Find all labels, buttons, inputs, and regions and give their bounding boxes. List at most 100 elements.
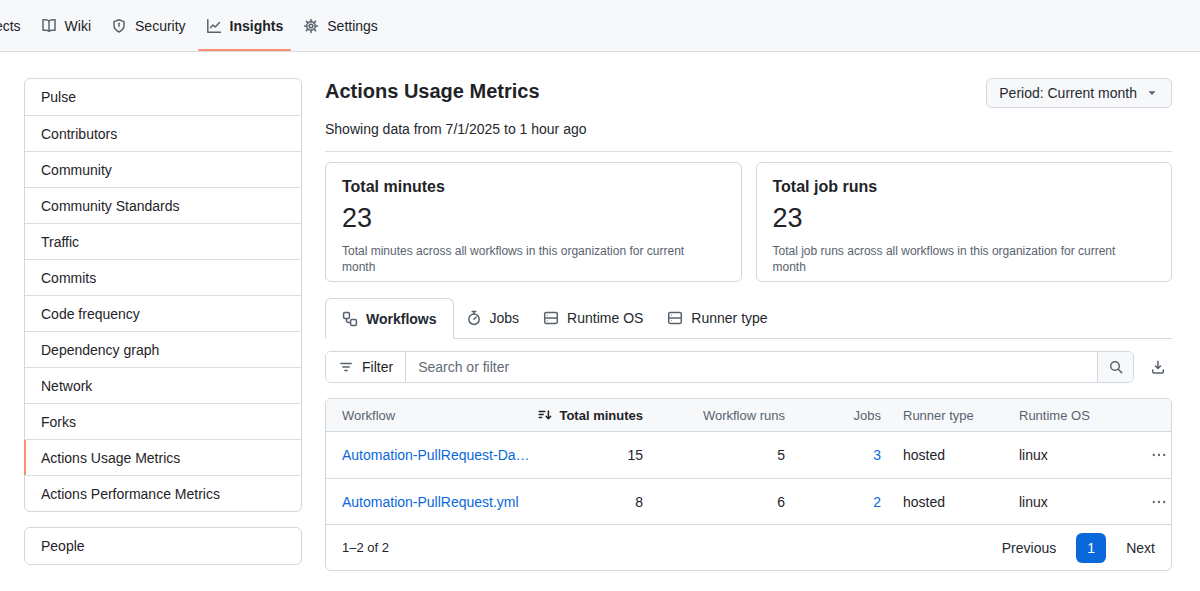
metrics-tabs: Workflows Jobs Runtime OS Runner type xyxy=(325,298,1172,339)
sidebar-item-people[interactable]: People xyxy=(25,528,301,564)
workflow-link[interactable]: Automation-PullRequest.yml xyxy=(326,494,533,510)
sort-desc-icon xyxy=(537,407,553,423)
search-button[interactable] xyxy=(1097,352,1133,382)
sidebar-item-network[interactable]: Network xyxy=(25,367,301,403)
sidebar-item-community-standards[interactable]: Community Standards xyxy=(25,187,301,223)
sidebar-item-label: Community xyxy=(41,162,112,178)
row-actions-button[interactable] xyxy=(1135,494,1172,510)
nav-tab-label: Settings xyxy=(327,18,378,34)
period-dropdown-button[interactable]: Period: Current month xyxy=(986,78,1172,108)
sidebar-item-label: Actions Usage Metrics xyxy=(41,450,180,466)
filter-bar: Filter xyxy=(325,351,1172,383)
search-input[interactable] xyxy=(406,352,1097,382)
sidebar-item-label: Contributors xyxy=(41,126,117,142)
pager-controls: Previous 1 Next xyxy=(1002,533,1155,563)
table-header-row: Workflow Total minutes Workflow runs Job… xyxy=(326,399,1171,432)
pagination-range: 1–2 of 2 xyxy=(342,540,389,555)
workflow-icon xyxy=(342,311,358,327)
runner-type-cell: hosted xyxy=(881,494,1003,510)
server-icon xyxy=(543,310,559,326)
sidebar-item-label: Pulse xyxy=(41,89,76,105)
repo-nav: Projects Wiki Security Insights Settings xyxy=(0,0,1200,52)
kebab-horizontal-icon xyxy=(1151,494,1167,510)
shield-icon xyxy=(111,18,127,34)
sidebar-item-label: Network xyxy=(41,378,92,394)
total-minutes-cell: 15 xyxy=(533,447,643,463)
column-header-runner-type[interactable]: Runner type xyxy=(881,408,1003,423)
sidebar-menu: Pulse Contributors Community Community S… xyxy=(24,78,302,512)
sidebar-item-label: People xyxy=(41,538,85,554)
previous-page-button[interactable]: Previous xyxy=(1002,540,1056,556)
column-header-total-minutes[interactable]: Total minutes xyxy=(533,407,643,423)
period-dropdown-label: Period: Current month xyxy=(999,85,1137,101)
sidebar-item-actions-performance-metrics[interactable]: Actions Performance Metrics xyxy=(25,475,301,511)
nav-tab-label: Insights xyxy=(230,18,284,34)
header-divider xyxy=(325,151,1172,152)
nav-tab-label: Projects xyxy=(0,18,21,34)
nav-tab-insights[interactable]: Insights xyxy=(196,0,294,51)
sidebar-item-contributors[interactable]: Contributors xyxy=(25,115,301,151)
card-title: Total job runs xyxy=(773,178,1156,196)
total-job-runs-card: Total job runs 23 Total job runs across … xyxy=(756,162,1173,282)
sidebar-item-commits[interactable]: Commits xyxy=(25,259,301,295)
summary-cards: Total minutes 23 Total minutes across al… xyxy=(325,162,1172,282)
runtime-os-cell: linux xyxy=(1003,494,1135,510)
tab-label: Runtime OS xyxy=(567,310,643,326)
row-actions-button[interactable] xyxy=(1135,447,1172,463)
column-header-workflow-runs[interactable]: Workflow runs xyxy=(643,408,785,423)
filter-button-label: Filter xyxy=(362,359,393,375)
server-icon xyxy=(667,310,683,326)
insights-sidebar: Pulse Contributors Community Community S… xyxy=(24,78,302,565)
gear-icon xyxy=(303,18,319,34)
tab-runner-type[interactable]: Runner type xyxy=(655,298,779,338)
runtime-os-cell: linux xyxy=(1003,447,1135,463)
sidebar-item-label: Community Standards xyxy=(41,198,180,214)
sidebar-item-actions-usage-metrics[interactable]: Actions Usage Metrics xyxy=(25,439,301,475)
runner-type-cell: hosted xyxy=(881,447,1003,463)
sidebar-item-dependency-graph[interactable]: Dependency graph xyxy=(25,331,301,367)
workflow-runs-cell: 5 xyxy=(643,447,785,463)
nav-tab-security[interactable]: Security xyxy=(101,0,196,51)
filter-button[interactable]: Filter xyxy=(326,352,406,382)
sidebar-item-label: Commits xyxy=(41,270,96,286)
sidebar-item-label: Dependency graph xyxy=(41,342,159,358)
card-description: Total job runs across all workflows in t… xyxy=(773,243,1131,275)
column-header-jobs[interactable]: Jobs xyxy=(785,408,881,423)
sidebar-item-traffic[interactable]: Traffic xyxy=(25,223,301,259)
search-icon xyxy=(1108,359,1124,375)
tab-runtime-os[interactable]: Runtime OS xyxy=(531,298,655,338)
book-icon xyxy=(41,18,57,34)
nav-tab-projects[interactable]: Projects xyxy=(0,0,31,51)
nav-tab-label: Security xyxy=(135,18,186,34)
sidebar-item-code-frequency[interactable]: Code frequency xyxy=(25,295,301,331)
card-description: Total minutes across all workflows in th… xyxy=(342,243,700,275)
tab-jobs[interactable]: Jobs xyxy=(454,298,532,338)
kebab-horizontal-icon xyxy=(1151,447,1167,463)
download-button[interactable] xyxy=(1144,353,1172,381)
column-header-workflow[interactable]: Workflow xyxy=(326,408,533,423)
table-row: Automation-PullRequest.yml 8 6 2 hosted … xyxy=(326,478,1171,524)
next-page-button[interactable]: Next xyxy=(1126,540,1155,556)
people-menu: People xyxy=(24,527,302,565)
jobs-link[interactable]: 3 xyxy=(785,447,881,463)
graph-icon xyxy=(206,18,222,34)
workflow-link[interactable]: Automation-PullRequest-Da… xyxy=(326,447,533,463)
main-content: Actions Usage Metrics Period: Current mo… xyxy=(325,78,1172,571)
tab-label: Jobs xyxy=(490,310,520,326)
column-header-runtime-os[interactable]: Runtime OS xyxy=(1003,408,1135,423)
sidebar-item-pulse[interactable]: Pulse xyxy=(25,79,301,115)
total-minutes-card: Total minutes 23 Total minutes across al… xyxy=(325,162,742,282)
sidebar-item-forks[interactable]: Forks xyxy=(25,403,301,439)
tab-workflows[interactable]: Workflows xyxy=(325,298,454,339)
sidebar-item-community[interactable]: Community xyxy=(25,151,301,187)
card-title: Total minutes xyxy=(342,178,725,196)
jobs-link[interactable]: 2 xyxy=(785,494,881,510)
page-body: Pulse Contributors Community Community S… xyxy=(0,52,1200,571)
table-row: Automation-PullRequest-Da… 15 5 3 hosted… xyxy=(326,432,1171,478)
nav-tab-wiki[interactable]: Wiki xyxy=(31,0,101,51)
current-page-button[interactable]: 1 xyxy=(1076,533,1106,563)
nav-tab-label: Wiki xyxy=(65,18,91,34)
nav-tab-settings[interactable]: Settings xyxy=(293,0,388,51)
tab-label: Runner type xyxy=(691,310,767,326)
chevron-down-icon xyxy=(1145,86,1159,100)
